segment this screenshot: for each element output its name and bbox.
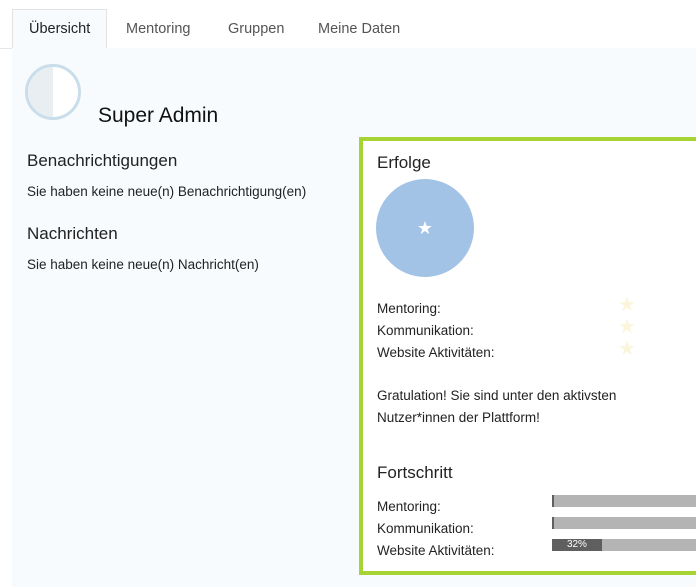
progress-bar-website: 32% (552, 539, 696, 551)
star-icon: ★ (618, 316, 636, 338)
progress-bar-kommunikation: 7% (552, 517, 696, 529)
progress-label-mentoring: Mentoring: (377, 499, 441, 514)
achievement-badge: ★ (376, 179, 474, 277)
progress-heading: Fortschritt (377, 463, 453, 482)
avatar[interactable] (25, 64, 81, 120)
achievement-label-kommunikation: Kommunikation: (377, 323, 474, 338)
congrats-message: Gratulation! Sie sind unter den aktivste… (377, 388, 617, 425)
progress-label-website: Website Aktivitäten: (377, 543, 495, 558)
tab-bar: Übersicht Mentoring Gruppen Meine Daten (0, 0, 696, 49)
achievements-heading: Erfolge (377, 153, 431, 172)
notifications-text: Sie haben keine neue(n) Benachrichtigung… (27, 184, 307, 199)
tab-gruppen[interactable]: Gruppen (212, 10, 300, 48)
achievements-box: Erfolge ★ Mentoring: ★ Kommunikation: ★ … (359, 137, 696, 575)
progress-fill: 7% (552, 517, 554, 529)
achievement-label-website: Website Aktivitäten: (377, 345, 495, 360)
tab-mentoring[interactable]: Mentoring (110, 10, 206, 48)
messages-text: Sie haben keine neue(n) Nachricht(en) (27, 257, 259, 272)
progress-label-kommunikation: Kommunikation: (377, 521, 474, 536)
progress-fill: 32% (552, 539, 602, 551)
avatar-placeholder (28, 67, 53, 117)
notifications-heading: Benachrichtigungen (27, 151, 178, 170)
user-name: Super Admin (98, 104, 219, 127)
progress-bar-mentoring (552, 495, 696, 507)
achievement-label-mentoring: Mentoring: (377, 301, 441, 316)
star-icon: ★ (416, 218, 434, 238)
tab-meine-daten[interactable]: Meine Daten (302, 10, 416, 48)
star-icon: ★ (618, 294, 636, 316)
progress-fill (552, 495, 554, 507)
messages-heading: Nachrichten (27, 224, 118, 243)
star-icon: ★ (618, 338, 636, 360)
tab-uebersicht[interactable]: Übersicht (12, 9, 108, 49)
